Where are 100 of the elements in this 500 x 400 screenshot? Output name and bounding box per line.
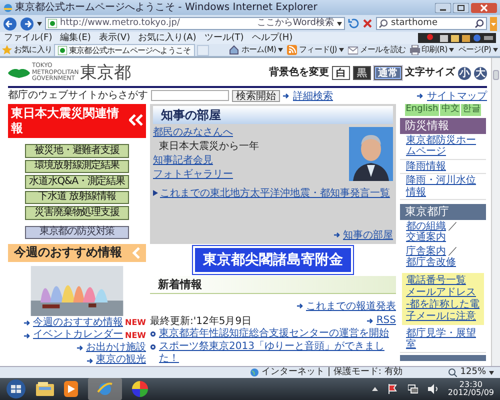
- network-icon[interactable]: [408, 384, 418, 394]
- language-button[interactable]: 中文: [440, 104, 460, 116]
- press-archive-link[interactable]: これまでの報道発表: [306, 298, 396, 312]
- background-color-button[interactable]: 白: [332, 66, 350, 80]
- arrow-icon: [24, 320, 32, 326]
- media-player-icon[interactable]: [64, 381, 78, 397]
- recommendation-link[interactable]: 東京の観光: [96, 355, 146, 366]
- minimize-button[interactable]: [435, 2, 451, 12]
- advanced-search-link[interactable]: 詳細検索: [293, 88, 333, 102]
- menu-item[interactable]: 編集(E): [60, 34, 91, 42]
- zoom-level[interactable]: 125%: [460, 368, 486, 377]
- toolbar-command[interactable]: ページ(P): [458, 46, 491, 54]
- folder-icon[interactable]: [36, 381, 54, 397]
- disaster-link-button[interactable]: 東京都の防災対策: [25, 226, 129, 240]
- sidebar-link[interactable]: 交通案内: [406, 232, 446, 244]
- sidebar-link[interactable]: 降雨・河川水位情報: [400, 174, 486, 200]
- news-link[interactable]: スポーツ祭東京2013「ゆりーと音頭」ができました！: [159, 341, 396, 364]
- disaster-link-button[interactable]: 水道水Q&A・測定結果: [25, 175, 129, 189]
- search-icon[interactable]: [475, 19, 484, 28]
- start-button[interactable]: [6, 379, 26, 399]
- toolbar-command[interactable]: ホーム(M): [229, 45, 276, 55]
- governor-link[interactable]: フォトギャラリー: [153, 169, 259, 182]
- toolbar-command[interactable]: 印刷(R): [410, 45, 448, 55]
- address-field[interactable]: http://www.metro.tokyo.jp/ ここからWord検索: [45, 17, 345, 30]
- language-button[interactable]: English: [404, 104, 440, 116]
- stop-button[interactable]: [362, 18, 373, 29]
- sidebar-link[interactable]: -都を詐称した電子メールに注意: [406, 298, 480, 323]
- option-label: 背景色を変更: [269, 68, 329, 78]
- toolbar-command[interactable]: フィード(J): [287, 45, 337, 55]
- sidebar-link[interactable]: 都の組織: [406, 220, 446, 232]
- sidebar-link[interactable]: 東京都防災ホームページ: [400, 134, 486, 160]
- close-button[interactable]: [471, 2, 497, 12]
- addon-toolbar-drawing[interactable]: [418, 33, 496, 43]
- sidebar-link[interactable]: 電話番号一覧: [406, 274, 480, 287]
- menu-item[interactable]: ヘルプ(H): [252, 34, 293, 42]
- statement-archive-link[interactable]: これまでの東北地方太平洋沖地震・都知事発言一覧: [160, 188, 390, 200]
- caret-up-icon[interactable]: [372, 387, 378, 391]
- background-color-button[interactable]: 通常: [374, 66, 402, 80]
- governor-link[interactable]: 都民のみなさんへ: [153, 127, 259, 140]
- maximize-button[interactable]: [453, 2, 469, 12]
- section-header: 東京都庁: [400, 204, 486, 220]
- background-color-button[interactable]: 黒: [353, 66, 371, 80]
- language-button[interactable]: 한글: [461, 104, 482, 116]
- clock-date[interactable]: 2012/05/09: [448, 389, 494, 397]
- recommendation-link[interactable]: お出かけ施設: [86, 342, 146, 354]
- page-icon: [58, 46, 68, 55]
- flag-icon[interactable]: [388, 384, 398, 394]
- feed-icon: [287, 45, 298, 55]
- recommendation-link[interactable]: イベントカレンダー: [33, 330, 124, 341]
- site-search-field[interactable]: [151, 90, 229, 101]
- caret-icon[interactable]: [278, 48, 284, 52]
- separator: ／: [448, 246, 458, 257]
- disaster-link-button[interactable]: 環境放射線測定結果: [25, 160, 129, 174]
- caret-icon[interactable]: [489, 370, 494, 374]
- browser-tab[interactable]: 東京都公式ホームページへようこそ: [54, 44, 195, 56]
- menu-item[interactable]: 表示(V): [98, 34, 130, 42]
- governor-link[interactable]: 知事記者会見: [153, 155, 259, 168]
- recommendation-link[interactable]: 今週のおすすめ情報: [33, 318, 124, 328]
- sidebar-link[interactable]: 都庁見学・展望室: [400, 326, 486, 353]
- donation-banner[interactable]: 東京都尖閣諸島寄附金: [193, 246, 353, 274]
- sidebar-link[interactable]: 降雨情報: [400, 160, 486, 174]
- disaster-link-button[interactable]: 災害廃棄物処理支援: [25, 206, 129, 220]
- menu-item[interactable]: お気に入り(A): [138, 34, 196, 42]
- disaster-link-button[interactable]: 被災地・避難者支援: [25, 144, 129, 158]
- clock-time[interactable]: 23:30: [459, 381, 482, 389]
- toolbar-command[interactable]: メールを読む: [348, 45, 406, 55]
- caret-icon[interactable]: [493, 48, 498, 52]
- caret-icon[interactable]: [337, 22, 342, 26]
- search-button[interactable]: 検索開始: [232, 90, 280, 102]
- back-button[interactable]: [3, 16, 17, 30]
- color-wheel-icon[interactable]: [132, 381, 148, 397]
- sidebar-link[interactable]: 都庁舎改修: [406, 257, 456, 269]
- disaster-link-button[interactable]: 下水道 放射線情報: [25, 190, 129, 204]
- news-link[interactable]: 東京都若年性認知症総合支援センターの運営を開始: [159, 328, 389, 339]
- sidebar-link[interactable]: メールアドレス: [406, 286, 480, 299]
- section-header: 今週のおすすめ情報: [8, 244, 146, 262]
- bullet-icon: [150, 344, 156, 350]
- search-label: 都庁のウェブサイトからさがす: [8, 90, 148, 100]
- menu-item[interactable]: ファイル(F): [4, 34, 52, 42]
- refresh-button[interactable]: [348, 18, 359, 29]
- caret-icon[interactable]: [338, 48, 344, 52]
- speaker-icon[interactable]: [428, 384, 438, 394]
- search-field[interactable]: starthome: [376, 17, 487, 30]
- governor-room-link[interactable]: 知事の部屋: [343, 228, 393, 242]
- window-title: 東京都公式ホームページへようこそ - Windows Internet Explorer: [15, 2, 318, 12]
- forward-button[interactable]: [20, 16, 34, 30]
- arrow-icon: [87, 358, 94, 364]
- disaster-banner[interactable]: 東日本大震災関連情報: [8, 104, 146, 138]
- text-size-button[interactable]: 大: [474, 66, 487, 80]
- new-label: NEW: [125, 332, 146, 340]
- caret-icon[interactable]: [449, 48, 454, 52]
- scrollbar[interactable]: [491, 58, 500, 366]
- browser-icon[interactable]: [88, 378, 122, 400]
- caret-icon[interactable]: [37, 22, 42, 26]
- sidebar-link[interactable]: 庁舎案内: [406, 246, 446, 258]
- favorites-button[interactable]: お気に入り: [2, 45, 52, 55]
- text-size-button[interactable]: 小: [458, 66, 471, 80]
- sitemap-link[interactable]: サイトマップ: [427, 88, 487, 102]
- rss-link[interactable]: RSS: [376, 315, 396, 326]
- menu-item[interactable]: ツール(T): [204, 34, 244, 42]
